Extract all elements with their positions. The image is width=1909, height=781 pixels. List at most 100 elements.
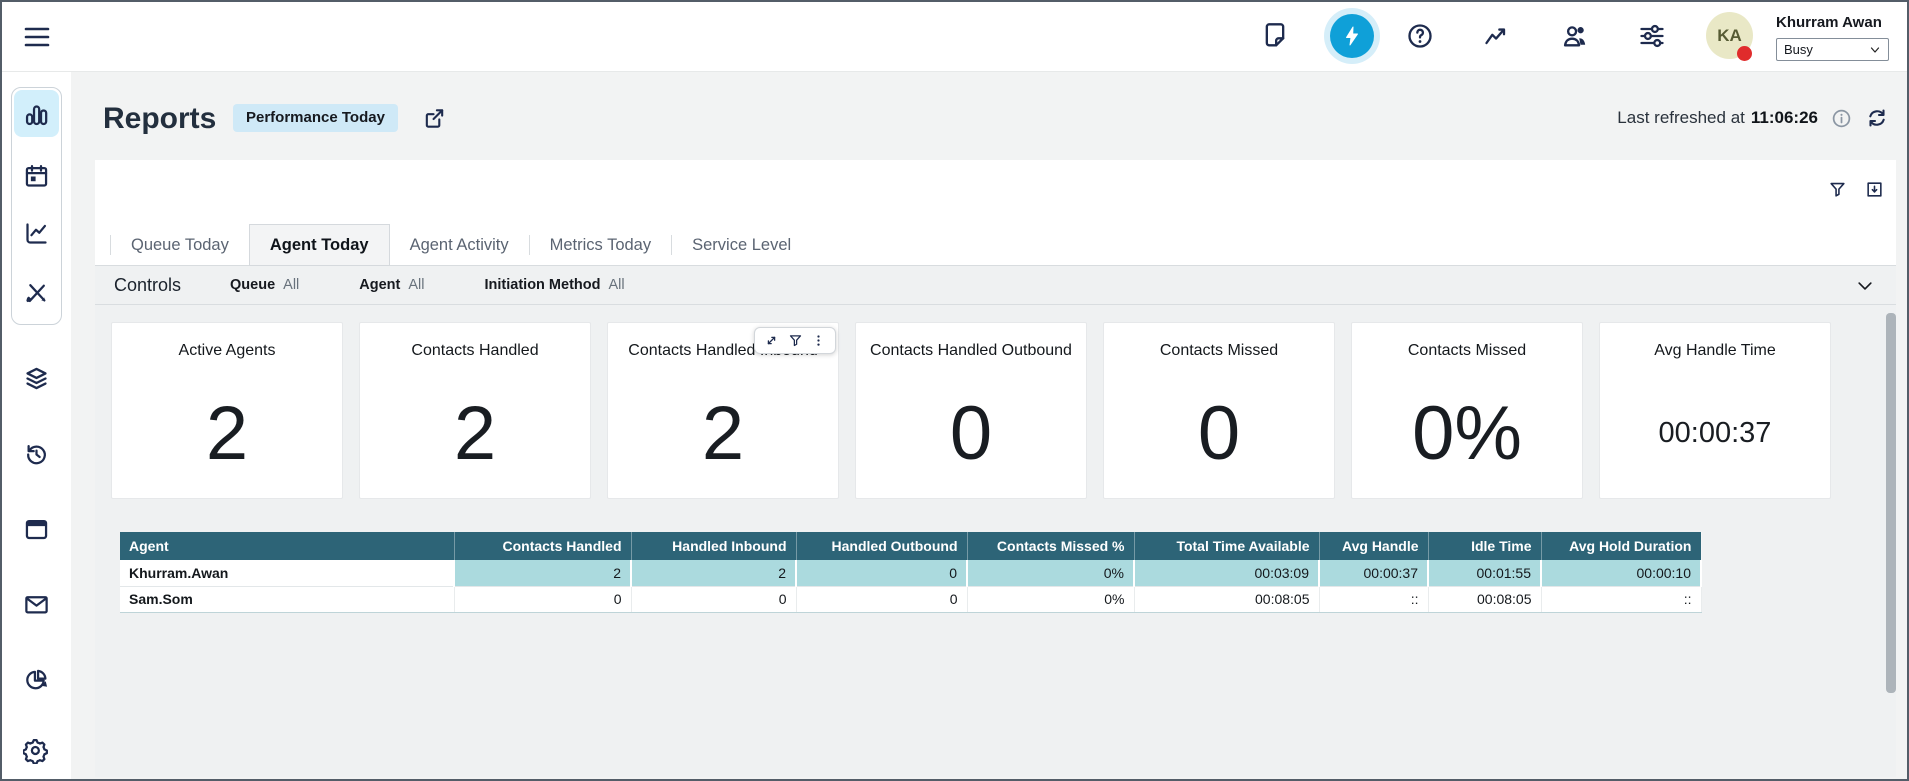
bar-chart-icon (23, 102, 50, 129)
info-icon[interactable] (1831, 108, 1852, 129)
col-header-agent[interactable]: Agent (120, 532, 454, 560)
table-cell: Khurram.Awan (120, 560, 454, 586)
kpi-card-avg-handle-time[interactable]: Avg Handle Time 00:00:37 (1599, 322, 1831, 499)
expand-icon[interactable] (764, 333, 779, 348)
app-window: KA Khurram Awan Busy (0, 0, 1909, 781)
sidebar-item-settings[interactable] (23, 737, 50, 764)
kpi-card-contacts-missed[interactable]: Contacts Missed 0 (1103, 322, 1335, 499)
table-header-row: Agent Contacts Handled Handled Inbound H… (120, 532, 1701, 560)
filter-label: Queue (230, 277, 275, 293)
tab-metrics-today[interactable]: Metrics Today (530, 224, 671, 266)
tab-service-level[interactable]: Service Level (672, 224, 811, 266)
controls-title: Controls (114, 275, 181, 296)
filter-funnel-icon[interactable] (788, 333, 803, 348)
kpi-card-contacts-handled-inbound[interactable]: Contacts Handled Inbound 2 (607, 322, 839, 499)
pie-chart-icon (23, 666, 50, 693)
avatar-initials: KA (1717, 26, 1742, 46)
kpi-value: 0% (1352, 383, 1582, 484)
col-header-contacts-handled[interactable]: Contacts Handled (454, 532, 631, 560)
settings-sliders-icon[interactable] (1638, 22, 1666, 50)
kpi-value: 2 (112, 383, 342, 484)
status-select[interactable]: Busy (1776, 38, 1889, 61)
col-header-total-time-available[interactable]: Total Time Available (1134, 532, 1319, 560)
kpi-card-active-agents[interactable]: Active Agents 2 (111, 322, 343, 499)
sidebar-item-realtime-metrics[interactable] (23, 102, 50, 129)
vertical-scrollbar-thumb[interactable] (1886, 313, 1896, 693)
col-header-handled-inbound[interactable]: Handled Inbound (631, 532, 796, 560)
sidebar-item-browser[interactable] (23, 516, 50, 543)
sidebar-item-mail[interactable] (23, 591, 50, 618)
table-cell: 0 (796, 560, 967, 586)
last-refreshed-time: 11:06:26 (1751, 108, 1818, 128)
col-header-contacts-missed-pct[interactable]: Contacts Missed % (967, 532, 1134, 560)
kpi-value: 0 (1104, 383, 1334, 484)
tab-agent-today[interactable]: Agent Today (249, 224, 390, 266)
kpi-title: Contacts Missed (1358, 342, 1576, 360)
sidebar-item-design[interactable] (23, 279, 50, 306)
table-cell: 00:08:05 (1428, 586, 1541, 612)
chevron-down-icon (1869, 44, 1881, 56)
col-header-idle-time[interactable]: Idle Time (1428, 532, 1541, 560)
table-cell: :: (1541, 586, 1701, 612)
col-header-avg-hold-duration[interactable]: Avg Hold Duration (1541, 532, 1701, 560)
kebab-menu-icon[interactable] (811, 333, 826, 348)
agent-table[interactable]: Agent Contacts Handled Handled Inbound H… (120, 532, 1702, 613)
sidebar-item-historical-metrics[interactable] (23, 220, 50, 247)
table-cell: 2 (454, 560, 631, 586)
filter-agent[interactable]: Agent All (359, 277, 424, 293)
table-cell: 00:03:09 (1134, 560, 1319, 586)
refresh-icon[interactable] (1865, 106, 1889, 130)
sidebar-item-history[interactable] (23, 441, 50, 468)
tab-queue-today[interactable]: Queue Today (111, 224, 249, 266)
table-cell: 0 (454, 586, 631, 612)
kpi-card-contacts-handled-outbound[interactable]: Contacts Handled Outbound 0 (855, 322, 1087, 499)
last-refreshed-text: Last refreshed at 11:06:26 (1617, 108, 1818, 128)
sidebar-item-layers[interactable] (23, 365, 50, 392)
users-icon[interactable] (1561, 22, 1589, 50)
envelope-icon (23, 591, 50, 618)
card-hover-toolbar (754, 327, 836, 354)
kpi-value: 2 (360, 383, 590, 484)
lightning-icon (1330, 14, 1374, 58)
table-cell: 0% (967, 560, 1134, 586)
table-row: Sam.Som 0 0 0 0% 00:08:05 :: 00:08:05 :: (120, 586, 1701, 612)
last-refreshed-label: Last refreshed at (1617, 108, 1745, 128)
kpi-cards-row: Active Agents 2 Contacts Handled 2 Conta… (111, 322, 1831, 499)
notes-icon[interactable] (1261, 22, 1289, 50)
download-icon[interactable] (1865, 180, 1884, 199)
kpi-card-contacts-missed-pct[interactable]: Contacts Missed 0% (1351, 322, 1583, 499)
external-link-icon[interactable] (423, 107, 446, 130)
kpi-title: Contacts Missed (1110, 342, 1328, 360)
col-header-avg-handle[interactable]: Avg Handle (1319, 532, 1428, 560)
hamburger-menu-icon[interactable] (24, 25, 50, 49)
history-clock-icon (23, 441, 50, 468)
filter-value: All (283, 277, 299, 293)
refresh-area: Last refreshed at 11:06:26 (1617, 106, 1889, 130)
sidebar-item-scheduling[interactable] (23, 163, 50, 190)
table-cell: 0 (796, 586, 967, 612)
filter-value: All (608, 277, 624, 293)
col-header-handled-outbound[interactable]: Handled Outbound (796, 532, 967, 560)
table-cell: 00:00:10 (1541, 560, 1701, 586)
help-icon[interactable] (1406, 22, 1434, 50)
kpi-value: 0 (856, 383, 1086, 484)
table-cell: 0% (967, 586, 1134, 612)
tab-agent-activity[interactable]: Agent Activity (390, 224, 529, 266)
filter-value: All (408, 277, 424, 293)
controls-collapse-chevron-icon[interactable] (1855, 276, 1875, 296)
sidebar-item-analytics[interactable] (23, 666, 50, 693)
status-select-value: Busy (1784, 42, 1869, 57)
dashboard-area: Controls Queue All Agent All Initiation … (95, 266, 1896, 777)
filter-queue[interactable]: Queue All (230, 277, 299, 293)
table-cell: 0 (631, 586, 796, 612)
metrics-chart-icon[interactable] (1483, 22, 1511, 50)
filter-initiation-method[interactable]: Initiation Method All (485, 277, 625, 293)
window-icon (23, 516, 50, 543)
filter-funnel-icon[interactable] (1828, 180, 1847, 199)
report-panel: Queue Today Agent Today Agent Activity M… (95, 160, 1896, 777)
presence-dot (1737, 46, 1752, 61)
kpi-card-contacts-handled[interactable]: Contacts Handled 2 (359, 322, 591, 499)
layers-icon (23, 365, 50, 392)
top-bar: KA Khurram Awan Busy (2, 2, 1907, 72)
quick-actions-button[interactable] (1324, 8, 1380, 64)
